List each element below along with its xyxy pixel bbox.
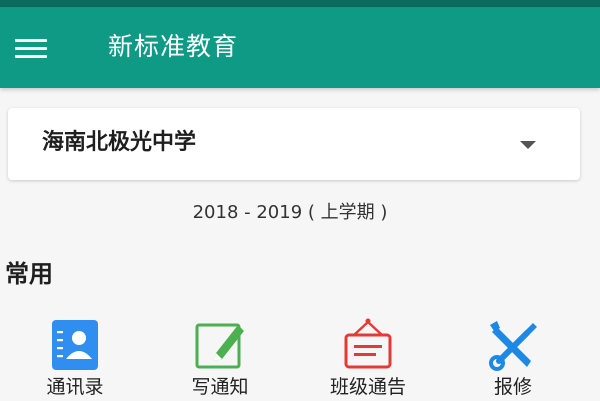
shortcut-label: 写通知 — [191, 376, 249, 398]
repair-tools-icon — [485, 317, 541, 373]
shortcut-label: 班级通告 — [329, 376, 406, 398]
edit-notice-icon — [192, 317, 248, 373]
menu-button[interactable] — [8, 27, 52, 67]
shortcut-contacts[interactable]: 通讯录 — [20, 315, 130, 400]
school-name: 海南北极光中学 — [42, 130, 197, 155]
shortcut-repair[interactable]: 报修 — [458, 315, 568, 400]
shortcut-label: 报修 — [493, 376, 532, 398]
hamburger-menu-icon — [15, 39, 47, 42]
bulletin-board-icon — [340, 317, 396, 373]
shortcut-label: 通讯录 — [46, 376, 104, 398]
section-title-common: 常用 — [5, 260, 53, 288]
caret-down-icon[interactable] — [520, 141, 536, 149]
shortcut-write-notice[interactable]: 写通知 — [165, 315, 275, 400]
school-selector[interactable]: 海南北极光中学 — [8, 108, 580, 180]
app-title: 新标准教育 — [108, 32, 239, 61]
status-bar — [0, 0, 600, 7]
app-bar: 新标准教育 — [0, 7, 600, 88]
shortcut-class-bulletin[interactable]: 班级通告 — [313, 315, 423, 400]
term-label: 2018 - 2019 ( 上学期 ) — [192, 202, 388, 223]
hamburger-menu-icon-bar — [15, 47, 47, 50]
hamburger-menu-icon-bar — [15, 55, 47, 58]
contacts-icon — [47, 317, 103, 373]
